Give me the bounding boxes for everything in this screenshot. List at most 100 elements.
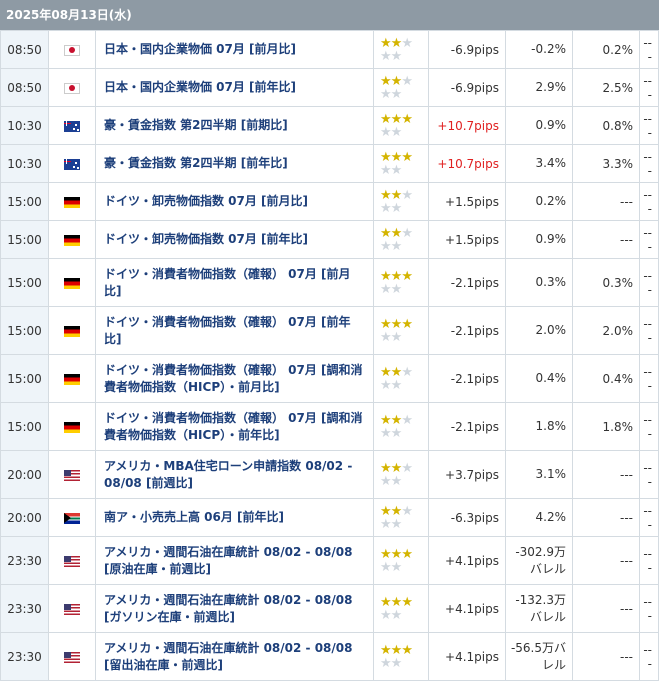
event-name[interactable]: アメリカ・週間石油在庫統計 08/02 - 08/08 [留出油在庫・前週比]	[95, 632, 374, 681]
importance-stars-row: ★★	[380, 126, 428, 139]
flag-de-icon	[64, 373, 80, 385]
previous-value: 4.2%	[505, 498, 573, 537]
event-time: 15:00	[0, 402, 49, 451]
previous-value: -302.9万バレル	[505, 536, 573, 585]
result-value: ---	[639, 258, 659, 307]
event-name-link[interactable]: 日本・国内企業物価 07月 [前年比]	[104, 80, 296, 94]
previous-value: 2.0%	[505, 306, 573, 355]
star-empty-icon: ★	[380, 329, 392, 345]
star-empty-icon: ★	[390, 48, 403, 64]
result-value: ---	[639, 182, 659, 221]
event-name-link[interactable]: ドイツ・消費者物価指数（確報） 07月 [前年比]	[104, 315, 351, 346]
event-name-link[interactable]: アメリカ・週間石油在庫統計 08/02 - 08/08 [ガソリン在庫・前週比]	[104, 593, 352, 624]
flag-de-icon	[64, 196, 80, 208]
importance-stars-row: ★★	[380, 240, 428, 253]
table-row: 15:00 ドイツ・卸売物価指数 07月 [前月比] ★★★ ★★ +1.5pips 0.…	[0, 182, 659, 221]
star-empty-icon: ★	[401, 364, 413, 380]
event-name[interactable]: 豪・賃金指数 第2四半期 [前期比]	[95, 106, 374, 145]
star-empty-icon: ★	[390, 281, 403, 297]
flag-au-icon	[64, 120, 80, 132]
event-name-link[interactable]: アメリカ・MBA住宅ローン申請指数 08/02 - 08/08 [前週比]	[104, 459, 352, 490]
forecast-value: 0.8%	[572, 106, 640, 145]
forecast-value: 3.3%	[572, 144, 640, 183]
star-empty-icon: ★	[390, 124, 403, 140]
event-name-link[interactable]: ドイツ・消費者物価指数（確報） 07月 [調和消費者物価指数（HICP）・前月比…	[104, 363, 363, 394]
event-time: 23:30	[0, 584, 49, 633]
event-name-link[interactable]: ドイツ・消費者物価指数（確報） 07月 [調和消費者物価指数（HICP）・前年比…	[104, 411, 363, 442]
event-name[interactable]: アメリカ・MBA住宅ローン申請指数 08/02 - 08/08 [前週比]	[95, 450, 374, 499]
star-empty-icon: ★	[390, 238, 403, 254]
event-name-link[interactable]: 豪・賃金指数 第2四半期 [前年比]	[104, 156, 288, 170]
table-row: 15:00 ドイツ・消費者物価指数（確報） 07月 [前年比] ★★★ ★★ -2.1p…	[0, 306, 659, 355]
event-name-link[interactable]: 豪・賃金指数 第2四半期 [前期比]	[104, 118, 288, 132]
event-name-link[interactable]: アメリカ・週間石油在庫統計 08/02 - 08/08 [原油在庫・前週比]	[104, 545, 352, 576]
forecast-value: 2.5%	[572, 68, 640, 107]
result-value: ---	[639, 450, 659, 499]
previous-value: 0.9%	[505, 220, 573, 259]
event-name[interactable]: ドイツ・卸売物価指数 07月 [前年比]	[95, 220, 374, 259]
economic-calendar: 2025年08月13日(水) 08:50 日本・国内企業物価 07月 [前月比] ★…	[0, 0, 659, 687]
flag-us-icon	[64, 603, 80, 615]
event-time: 15:00	[0, 258, 49, 307]
star-filled-icon: ★	[401, 642, 413, 658]
importance-rating: ★★★ ★★	[373, 258, 429, 307]
importance-stars-row: ★★	[380, 331, 428, 344]
importance-stars-row: ★★	[380, 561, 428, 574]
country-cell	[48, 30, 96, 69]
event-name[interactable]: アメリカ・週間石油在庫統計 08/02 - 08/08 [ガソリン在庫・前週比]	[95, 584, 374, 633]
pips-value: -2.1pips	[428, 354, 506, 403]
importance-stars-row: ★★	[380, 283, 428, 296]
event-name[interactable]: 南ア・小売売上高 06月 [前年比]	[95, 498, 374, 537]
star-empty-icon: ★	[380, 377, 392, 393]
result-value: ---	[639, 498, 659, 537]
pips-value: -6.3pips	[428, 498, 506, 537]
importance-rating: ★★★ ★★	[373, 220, 429, 259]
forecast-value: 0.3%	[572, 258, 640, 307]
importance-rating: ★★★ ★★	[373, 354, 429, 403]
importance-stars-row: ★★	[380, 427, 428, 440]
importance-stars-row: ★★	[380, 657, 428, 670]
country-cell	[48, 258, 96, 307]
star-filled-icon: ★	[401, 149, 413, 165]
previous-value: 0.4%	[505, 354, 573, 403]
event-name[interactable]: アメリカ・週間石油在庫統計 08/02 - 08/08 [原油在庫・前週比]	[95, 536, 374, 585]
event-name[interactable]: ドイツ・消費者物価指数（確報） 07月 [前年比]	[95, 306, 374, 355]
importance-stars-row: ★★	[380, 379, 428, 392]
result-value: ---	[639, 354, 659, 403]
forecast-value: ---	[572, 536, 640, 585]
flag-us-icon	[64, 555, 80, 567]
star-empty-icon: ★	[390, 516, 403, 532]
event-time: 15:00	[0, 354, 49, 403]
event-name-link[interactable]: 南ア・小売売上高 06月 [前年比]	[104, 510, 284, 524]
forecast-value: 0.2%	[572, 30, 640, 69]
pips-value: -2.1pips	[428, 258, 506, 307]
event-name-link[interactable]: ドイツ・消費者物価指数（確報） 07月 [前月比]	[104, 267, 351, 298]
event-name[interactable]: 日本・国内企業物価 07月 [前年比]	[95, 68, 374, 107]
flag-us-icon	[64, 469, 80, 481]
forecast-value: ---	[572, 220, 640, 259]
importance-rating: ★★★ ★★	[373, 144, 429, 183]
date-header: 2025年08月13日(水)	[0, 0, 659, 30]
event-name[interactable]: ドイツ・消費者物価指数（確報） 07月 [前月比]	[95, 258, 374, 307]
event-name-link[interactable]: ドイツ・卸売物価指数 07月 [前年比]	[104, 232, 308, 246]
importance-rating: ★★★ ★★	[373, 584, 429, 633]
star-empty-icon: ★	[380, 48, 392, 64]
event-time: 08:50	[0, 30, 49, 69]
country-cell	[48, 402, 96, 451]
event-name-link[interactable]: ドイツ・卸売物価指数 07月 [前月比]	[104, 194, 308, 208]
event-name[interactable]: ドイツ・消費者物価指数（確報） 07月 [調和消費者物価指数（HICP）・前年比…	[95, 402, 374, 451]
event-name-link[interactable]: アメリカ・週間石油在庫統計 08/02 - 08/08 [留出油在庫・前週比]	[104, 641, 352, 672]
table-row: 15:00 ドイツ・消費者物価指数（確報） 07月 [調和消費者物価指数（HICP…	[0, 402, 659, 451]
star-filled-icon: ★	[401, 268, 413, 284]
event-name[interactable]: 日本・国内企業物価 07月 [前月比]	[95, 30, 374, 69]
event-name[interactable]: ドイツ・卸売物価指数 07月 [前月比]	[95, 182, 374, 221]
importance-stars-row: ★★	[380, 50, 428, 63]
event-name[interactable]: 豪・賃金指数 第2四半期 [前年比]	[95, 144, 374, 183]
star-empty-icon: ★	[401, 187, 413, 203]
result-value: ---	[639, 402, 659, 451]
result-value: ---	[639, 68, 659, 107]
event-name-link[interactable]: 日本・国内企業物価 07月 [前月比]	[104, 42, 296, 56]
event-name[interactable]: ドイツ・消費者物価指数（確報） 07月 [調和消費者物価指数（HICP）・前月比…	[95, 354, 374, 403]
previous-value: 1.8%	[505, 402, 573, 451]
event-time: 15:00	[0, 220, 49, 259]
